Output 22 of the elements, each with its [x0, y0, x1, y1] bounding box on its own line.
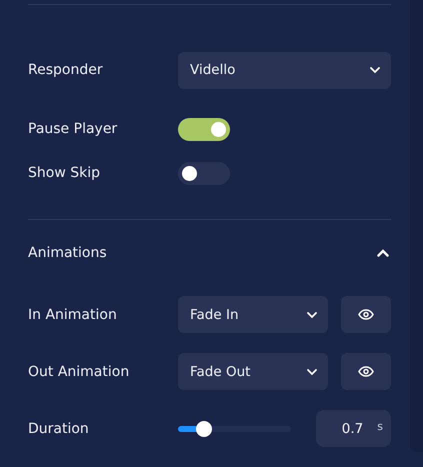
field-label: Duration [28, 420, 90, 436]
dropdown[interactable]: Fade Out [178, 353, 328, 390]
number-field[interactable]: 0.7 s [316, 410, 391, 447]
section-header[interactable]: Animations [28, 220, 391, 286]
slider[interactable] [178, 420, 291, 436]
field-label: Responder [28, 62, 104, 78]
dropdown[interactable]: Fade In [178, 296, 328, 333]
chevron-down-icon [306, 368, 318, 376]
chevron-down-icon [306, 310, 318, 318]
field-label: In Animation [28, 306, 118, 322]
eye-icon [358, 366, 374, 377]
chevron-down-icon [369, 66, 381, 74]
toggle-switch[interactable] [178, 118, 230, 140]
caret-up-icon [377, 249, 389, 257]
preview-button[interactable] [341, 353, 391, 390]
toggle-switch[interactable] [178, 162, 230, 184]
dropdown[interactable]: Vidello [178, 52, 391, 88]
eye-icon [358, 309, 374, 320]
field-label: Pause Player [28, 121, 118, 137]
field-label: Out Animation [28, 364, 130, 380]
preview-button[interactable] [341, 296, 391, 333]
field-label: Show Skip [28, 165, 101, 181]
